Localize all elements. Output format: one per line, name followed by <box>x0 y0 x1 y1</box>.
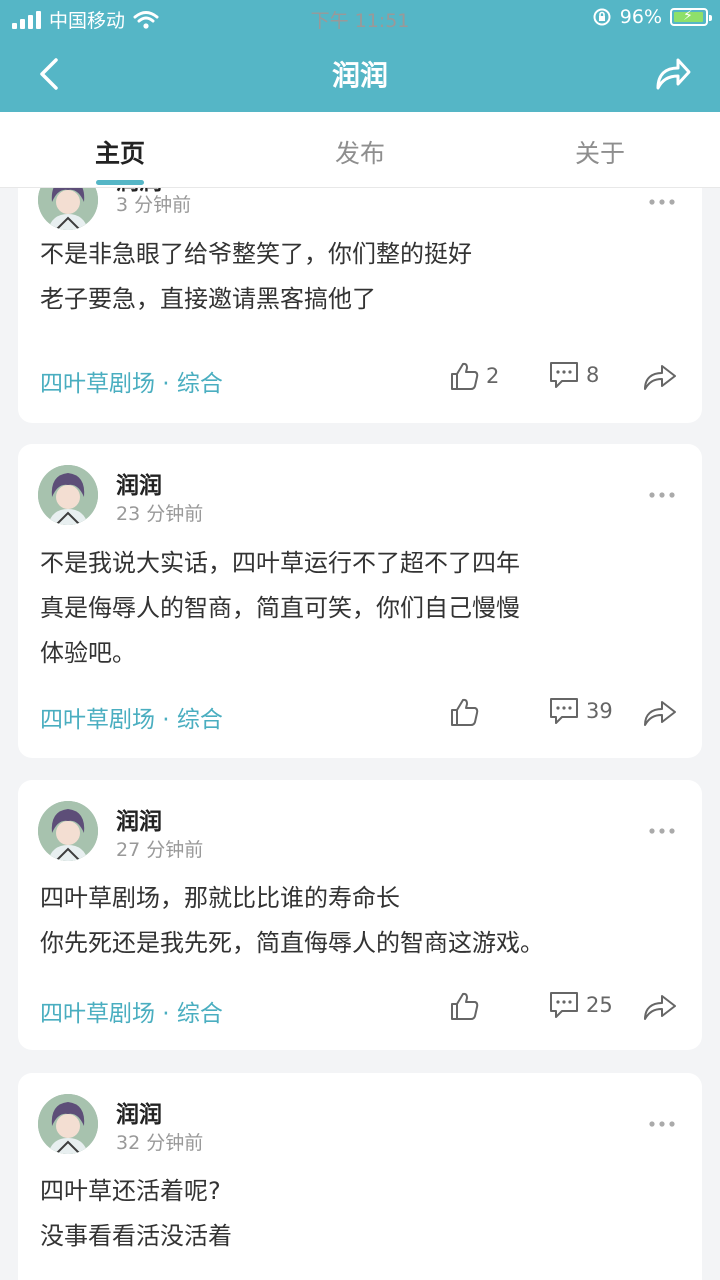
nav-bar: 润润 <box>0 40 720 108</box>
thumbs-up-icon <box>451 362 479 390</box>
post-card[interactable]: 润润 23 分钟前 不是我说大实话，四叶草运行不了超不了四年 真是侮辱人的智商，… <box>18 444 702 758</box>
battery-icon: ⚡ <box>670 8 712 26</box>
like-button[interactable]: 2 <box>448 360 499 392</box>
like-button[interactable] <box>448 696 486 728</box>
share-icon[interactable] <box>642 362 678 392</box>
username[interactable]: 润润 <box>116 1095 162 1129</box>
post-content[interactable]: 不是非急眼了给爷整笑了，你们整的挺好 老子要急，直接邀请黑客搞他了 <box>40 232 660 322</box>
post-line: 四叶草剧场，那就比比谁的寿命长 <box>40 884 400 912</box>
comment-count: 25 <box>586 993 613 1017</box>
tab-home[interactable]: 主页 <box>0 134 240 170</box>
share-icon[interactable] <box>642 992 678 1022</box>
top-bar: 中国移动 下午 11:51 96% ⚡ 润润 <box>0 0 720 112</box>
comment-button[interactable]: 25 <box>548 990 613 1020</box>
post-feed[interactable]: 润润 3 分钟前 不是非急眼了给爷整笑了，你们整的挺好 老子要急，直接邀请黑客搞… <box>0 188 720 1280</box>
comment-icon <box>550 992 578 1018</box>
topic-tag[interactable]: 四叶草剧场 · 综合 <box>40 700 223 734</box>
post-line: 没事看看活没活着 <box>40 1222 232 1250</box>
post-card[interactable]: 润润 32 分钟前 四叶草还活着呢? 没事看看活没活着 <box>18 1073 702 1280</box>
tab-about[interactable]: 关于 <box>480 134 720 170</box>
post-time: 27 分钟前 <box>116 839 204 861</box>
rotation-lock-icon <box>593 8 611 26</box>
share-icon[interactable] <box>642 698 678 728</box>
avatar[interactable] <box>38 801 98 861</box>
comment-button[interactable]: 39 <box>548 696 613 726</box>
more-icon[interactable] <box>648 491 676 499</box>
more-icon[interactable] <box>648 198 676 206</box>
post-time: 3 分钟前 <box>116 194 192 216</box>
topic-tag[interactable]: 四叶草剧场 · 综合 <box>40 994 223 1028</box>
topic-tag[interactable]: 四叶草剧场 · 综合 <box>40 364 223 398</box>
avatar[interactable] <box>38 465 98 525</box>
post-time: 23 分钟前 <box>116 503 204 525</box>
more-icon[interactable] <box>648 1120 676 1128</box>
post-line: 不是非急眼了给爷整笑了，你们整的挺好 <box>40 240 472 268</box>
like-button[interactable] <box>448 990 486 1022</box>
post-content[interactable]: 四叶草剧场，那就比比谁的寿命长 你先死还是我先死，简直侮辱人的智商这游戏。 <box>40 876 660 966</box>
comment-button[interactable]: 8 <box>548 360 599 390</box>
like-count: 2 <box>486 364 500 388</box>
post-line: 真是侮辱人的智商，简直可笑，你们自己慢慢 <box>40 594 520 622</box>
username[interactable]: 润润 <box>116 802 162 836</box>
tab-bar: 主页 发布 关于 <box>0 112 720 188</box>
comment-count: 39 <box>586 699 613 723</box>
post-time: 32 分钟前 <box>116 1132 204 1154</box>
battery-percent: 96% <box>619 6 662 28</box>
page-title: 润润 <box>331 59 388 92</box>
post-card[interactable]: 润润 27 分钟前 四叶草剧场，那就比比谁的寿命长 你先死还是我先死，简直侮辱人… <box>18 780 702 1050</box>
comment-icon <box>550 698 578 724</box>
post-line: 四叶草还活着呢? <box>40 1177 221 1205</box>
share-icon[interactable] <box>652 54 692 94</box>
active-tab-indicator <box>96 180 144 185</box>
post-content[interactable]: 四叶草还活着呢? 没事看看活没活着 <box>40 1169 660 1259</box>
tab-publish[interactable]: 发布 <box>240 134 480 170</box>
post-line: 不是我说大实话，四叶草运行不了超不了四年 <box>40 549 520 577</box>
thumbs-up-icon <box>451 992 479 1020</box>
thumbs-up-icon <box>451 698 479 726</box>
post-card[interactable]: 润润 3 分钟前 不是非急眼了给爷整笑了，你们整的挺好 老子要急，直接邀请黑客搞… <box>18 188 702 423</box>
post-line: 体验吧。 <box>40 639 136 667</box>
username[interactable]: 润润 <box>116 466 162 500</box>
post-content[interactable]: 不是我说大实话，四叶草运行不了超不了四年 真是侮辱人的智商，简直可笑，你们自己慢… <box>40 541 660 676</box>
avatar[interactable] <box>38 1094 98 1154</box>
post-line: 老子要急，直接邀请黑客搞他了 <box>40 285 376 313</box>
avatar[interactable] <box>38 188 98 230</box>
comment-icon <box>550 362 578 388</box>
comment-count: 8 <box>586 363 600 387</box>
more-icon[interactable] <box>648 827 676 835</box>
post-line: 你先死还是我先死，简直侮辱人的智商这游戏。 <box>40 929 544 957</box>
status-bar: 中国移动 下午 11:51 96% ⚡ <box>0 0 720 36</box>
